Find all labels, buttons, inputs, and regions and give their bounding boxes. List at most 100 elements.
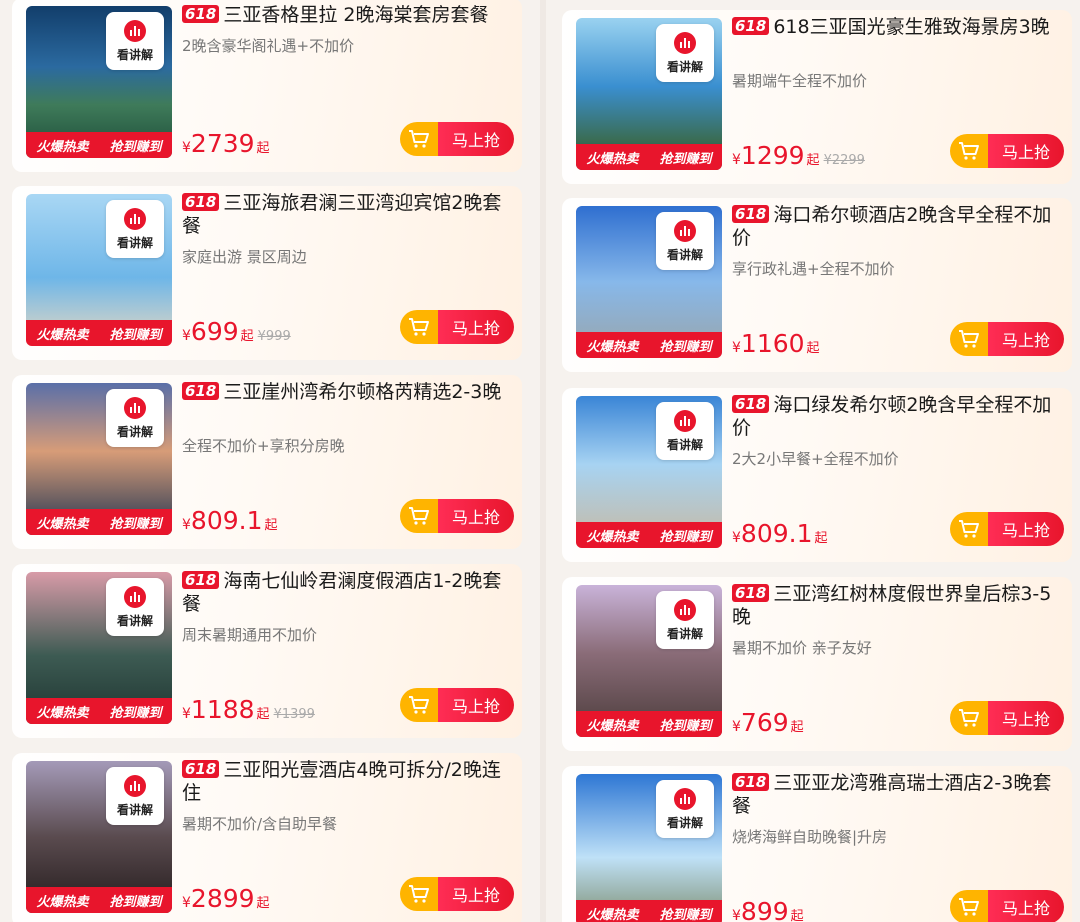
buy-now-button[interactable]: 马上抢 [950, 322, 1064, 356]
product-thumbnail[interactable]: 看讲解 火爆热卖 抢到赚到 [576, 206, 722, 358]
price-from-label: 起 [790, 720, 804, 735]
product-card[interactable]: 看讲解 火爆热卖 抢到赚到 618 三亚阳光壹酒店4晚可拆分/2晚连住 暑期不加价… [12, 753, 522, 922]
buy-now-button[interactable]: 马上抢 [400, 499, 514, 533]
price-from-label: 起 [256, 896, 270, 911]
product-title[interactable]: 618 三亚海旅君澜三亚湾迎宾馆2晚套餐 [182, 192, 512, 238]
hot-sale-label: 火爆热卖 [36, 516, 89, 532]
product-thumbnail[interactable]: 看讲解 火爆热卖 抢到赚到 [576, 396, 722, 548]
product-card[interactable]: 看讲解 火爆热卖 抢到赚到 618 三亚海旅君澜三亚湾迎宾馆2晚套餐 家庭出游 景… [12, 186, 522, 360]
product-subtitle: 2晚含豪华阁礼遇+不加价 [182, 37, 355, 55]
hot-sale-banner: 火爆热卖 抢到赚到 [576, 144, 722, 170]
product-thumbnail[interactable]: 看讲解 火爆热卖 抢到赚到 [576, 585, 722, 737]
currency-symbol: ¥ [732, 908, 741, 922]
product-thumbnail[interactable]: 看讲解 火爆热卖 抢到赚到 [576, 18, 722, 170]
earn-label: 抢到赚到 [659, 907, 712, 922]
hot-sale-banner: 火爆热卖 抢到赚到 [576, 522, 722, 548]
product-card[interactable]: 看讲解 火爆热卖 抢到赚到 618 海口绿发希尔顿2晚含早全程不加价 2大2小早餐… [562, 388, 1072, 562]
hot-sale-label: 火爆热卖 [586, 907, 639, 922]
earn-label: 抢到赚到 [109, 705, 162, 721]
product-card[interactable]: 看讲解 火爆热卖 抢到赚到 618 三亚崖州湾希尔顿格芮精选2-3晚 全程不加价+… [12, 375, 522, 549]
product-subtitle: 烧烤海鲜自助晚餐|升房 [732, 828, 888, 846]
price-value: 1299 [740, 141, 805, 170]
product-subtitle: 周末暑期通用不加价 [182, 626, 318, 644]
live-explain-button[interactable]: 看讲解 [656, 212, 714, 270]
price-from-label: 起 [814, 531, 828, 546]
earn-label: 抢到赚到 [109, 327, 162, 343]
product-title[interactable]: 618 三亚亚龙湾雅高瑞士酒店2-3晚套餐 [732, 772, 1062, 818]
earn-label: 抢到赚到 [109, 139, 162, 155]
live-explain-button[interactable]: 看讲解 [656, 24, 714, 82]
live-explain-button[interactable]: 看讲解 [656, 780, 714, 838]
product-card[interactable]: 看讲解 火爆热卖 抢到赚到 618 海口希尔顿酒店2晚含早全程不加价 享行政礼遇+… [562, 198, 1072, 372]
hot-sale-banner: 火爆热卖 抢到赚到 [576, 332, 722, 358]
buy-now-button[interactable]: 马上抢 [400, 310, 514, 344]
buy-now-label: 马上抢 [988, 134, 1064, 168]
live-explain-button[interactable]: 看讲解 [106, 200, 164, 258]
product-card[interactable]: 看讲解 火爆热卖 抢到赚到 618 海南七仙岭君澜度假酒店1-2晚套餐 周末暑期通… [12, 564, 522, 738]
product-thumbnail[interactable]: 看讲解 火爆热卖 抢到赚到 [26, 572, 172, 724]
live-explain-button[interactable]: 看讲解 [106, 389, 164, 447]
product-thumbnail[interactable]: 看讲解 火爆热卖 抢到赚到 [26, 761, 172, 913]
buy-now-button[interactable]: 马上抢 [950, 890, 1064, 922]
promo-618-badge: 618 [182, 5, 220, 23]
product-title[interactable]: 618 海口绿发希尔顿2晚含早全程不加价 [732, 394, 1062, 440]
hot-sale-banner: 火爆热卖 抢到赚到 [26, 320, 172, 346]
live-explain-button[interactable]: 看讲解 [106, 578, 164, 636]
product-card[interactable]: 看讲解 火爆热卖 抢到赚到 618 三亚湾红树林度假世界皇后棕3-5晚 暑期不加价… [562, 577, 1072, 751]
product-card[interactable]: 看讲解 火爆热卖 抢到赚到 618 618三亚国光豪生雅致海景房3晚 暑期端午全程… [562, 10, 1072, 184]
earn-label: 抢到赚到 [659, 339, 712, 355]
product-title[interactable]: 618 海南七仙岭君澜度假酒店1-2晚套餐 [182, 570, 512, 616]
hot-sale-label: 火爆热卖 [586, 339, 639, 355]
product-thumbnail[interactable]: 看讲解 火爆热卖 抢到赚到 [26, 383, 172, 535]
price-value: 809.1 [190, 506, 263, 535]
product-title[interactable]: 618 三亚崖州湾希尔顿格芮精选2-3晚 [182, 381, 512, 404]
earn-label: 抢到赚到 [659, 151, 712, 167]
cart-icon [400, 499, 438, 533]
price: ¥1299 起 ¥2299 [732, 141, 865, 170]
buy-now-button[interactable]: 马上抢 [950, 512, 1064, 546]
product-title[interactable]: 618 海口希尔顿酒店2晚含早全程不加价 [732, 204, 1062, 250]
product-title[interactable]: 618 三亚阳光壹酒店4晚可拆分/2晚连住 [182, 759, 512, 805]
product-title[interactable]: 618 618三亚国光豪生雅致海景房3晚 [732, 16, 1062, 39]
hot-sale-banner: 火爆热卖 抢到赚到 [26, 698, 172, 724]
price: ¥769 起 [732, 708, 808, 737]
cart-icon [950, 701, 988, 735]
price: ¥1160 起 [732, 329, 824, 358]
product-title[interactable]: 618 三亚湾红树林度假世界皇后棕3-5晚 [732, 583, 1062, 629]
price-from-label: 起 [256, 707, 270, 722]
live-icon [124, 585, 146, 608]
product-thumbnail[interactable]: 看讲解 火爆热卖 抢到赚到 [576, 774, 722, 922]
currency-symbol: ¥ [732, 530, 741, 546]
live-explain-button[interactable]: 看讲解 [656, 591, 714, 649]
live-explain-button[interactable]: 看讲解 [106, 767, 164, 825]
currency-symbol: ¥ [182, 140, 191, 156]
live-explain-label: 看讲解 [116, 424, 153, 439]
buy-now-button[interactable]: 马上抢 [950, 701, 1064, 735]
price-value: 899 [740, 897, 789, 922]
currency-symbol: ¥ [182, 895, 191, 911]
product-thumbnail[interactable]: 看讲解 火爆热卖 抢到赚到 [26, 194, 172, 346]
live-explain-button[interactable]: 看讲解 [106, 12, 164, 70]
buy-now-button[interactable]: 马上抢 [400, 877, 514, 911]
buy-now-button[interactable]: 马上抢 [950, 134, 1064, 168]
product-title[interactable]: 618 三亚香格里拉 2晚海棠套房套餐 [182, 4, 512, 27]
product-subtitle: 全程不加价+享积分房晚 [182, 437, 345, 455]
live-explain-button[interactable]: 看讲解 [656, 402, 714, 460]
product-card[interactable]: 看讲解 火爆热卖 抢到赚到 618 三亚亚龙湾雅高瑞士酒店2-3晚套餐 烧烤海鲜自… [562, 766, 1072, 922]
buy-now-label: 马上抢 [438, 310, 514, 344]
price-value: 2739 [190, 129, 255, 158]
product-card[interactable]: 看讲解 火爆热卖 抢到赚到 618 三亚香格里拉 2晚海棠套房套餐 2晚含豪华阁礼… [12, 0, 522, 172]
product-thumbnail[interactable]: 看讲解 火爆热卖 抢到赚到 [26, 6, 172, 158]
buy-now-label: 马上抢 [988, 890, 1064, 922]
buy-now-button[interactable]: 马上抢 [400, 688, 514, 722]
price-value: 699 [190, 317, 239, 346]
price-from-label: 起 [240, 329, 254, 344]
product-subtitle: 暑期不加价 亲子友好 [732, 639, 872, 657]
product-title-text: 海南七仙岭君澜度假酒店1-2晚套餐 [182, 570, 502, 615]
product-title-text: 海口绿发希尔顿2晚含早全程不加价 [732, 394, 1052, 439]
currency-symbol: ¥ [732, 340, 741, 356]
price-value: 1188 [190, 695, 255, 724]
price: ¥2739 起 [182, 129, 274, 158]
original-price: ¥999 [257, 329, 291, 344]
buy-now-button[interactable]: 马上抢 [400, 122, 514, 156]
